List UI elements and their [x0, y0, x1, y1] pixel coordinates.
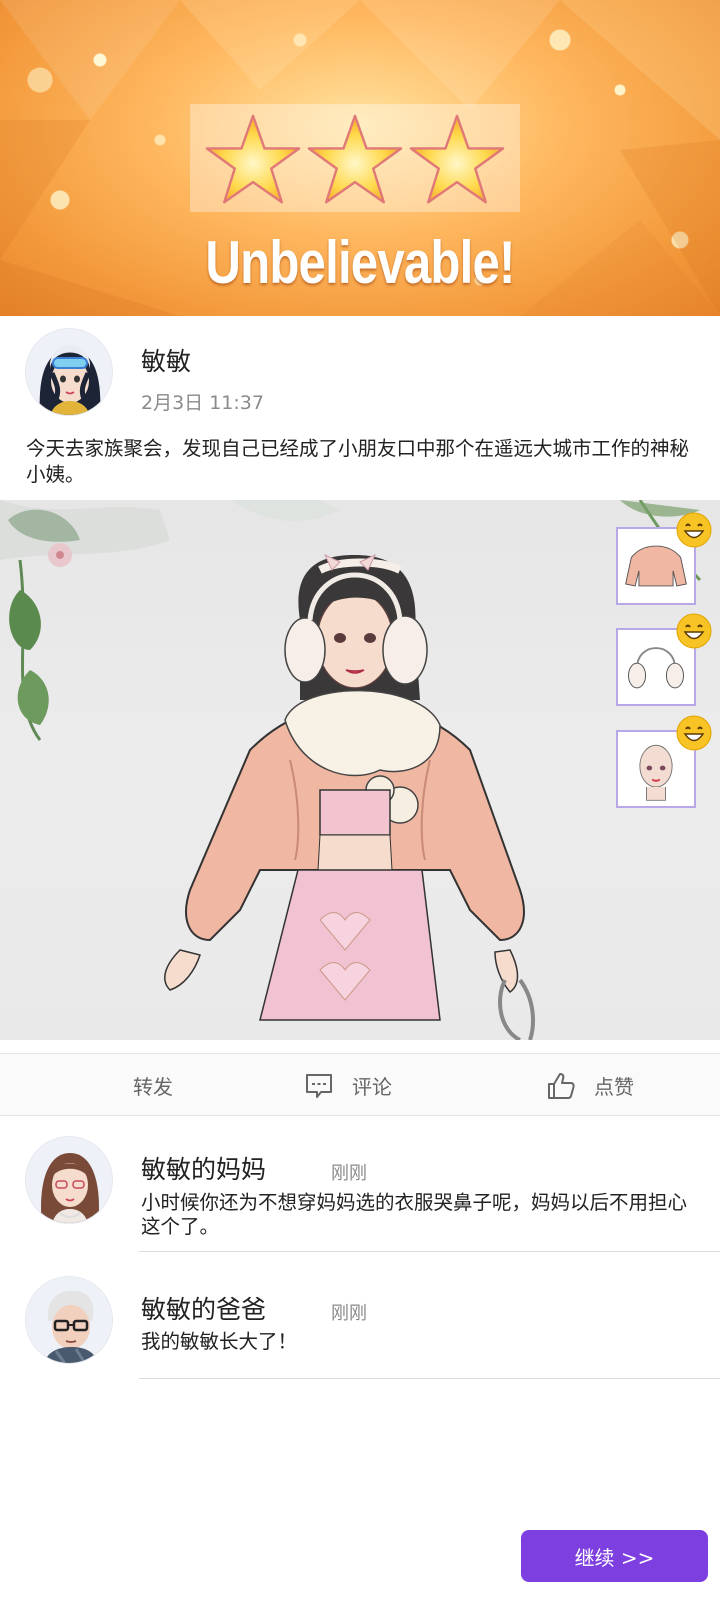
post-timestamp: 2月3日 11:37	[141, 392, 264, 414]
mom-avatar-icon	[26, 1137, 112, 1223]
comment-text-mom: 小时候你还为不想穿妈妈选的衣服哭鼻子呢，妈妈以后不用担心这个了。	[141, 1191, 688, 1238]
comment-avatar-mom[interactable]	[25, 1136, 113, 1224]
comment-label: 评论	[352, 1075, 392, 1099]
author-avatar[interactable]	[25, 328, 113, 416]
star-icon	[205, 114, 301, 204]
thumbs-up-icon	[548, 1072, 575, 1099]
share-label: 转发	[133, 1075, 173, 1099]
dressed-character-illustration	[0, 500, 702, 1040]
rating-stars	[205, 112, 505, 212]
comment-button[interactable]: 评论	[304, 1054, 392, 1117]
grin-emoji-icon	[676, 512, 712, 548]
post-author-name: 敏敏	[141, 347, 192, 376]
result-banner: Unbelievable!	[0, 0, 720, 316]
share-button[interactable]: 转发	[133, 1054, 173, 1117]
comment-time-dad: 刚刚	[331, 1303, 367, 1324]
star-icon	[409, 114, 505, 204]
comment-time-mom: 刚刚	[331, 1163, 367, 1184]
comment-divider	[139, 1251, 720, 1252]
banner-title: Unbelievable!	[205, 229, 515, 296]
girl-avatar-icon	[26, 329, 112, 415]
grin-emoji-icon	[676, 715, 712, 751]
outfit-image	[0, 500, 720, 1040]
grin-emoji-icon	[676, 613, 712, 649]
continue-button[interactable]: 继续 >>	[521, 1530, 708, 1582]
like-button[interactable]: 点赞	[546, 1054, 634, 1117]
comment-text-dad: 我的敏敏长大了！	[141, 1330, 298, 1353]
comment-divider	[139, 1378, 720, 1379]
comment-avatar-dad[interactable]	[25, 1276, 113, 1364]
dad-avatar-icon	[26, 1277, 112, 1363]
comment-bubble-icon	[306, 1073, 332, 1098]
comment-author-dad: 敏敏的爸爸	[141, 1295, 267, 1324]
star-icon	[307, 114, 403, 204]
post-text: 今天去家族聚会，发现自己已经成了小朋友口中那个在遥远大城市工作的神秘小姨。	[26, 437, 690, 486]
like-label: 点赞	[594, 1075, 634, 1099]
post-action-bar: 转发 评论 点赞	[0, 1053, 720, 1116]
comment-author-mom: 敏敏的妈妈	[141, 1155, 267, 1184]
